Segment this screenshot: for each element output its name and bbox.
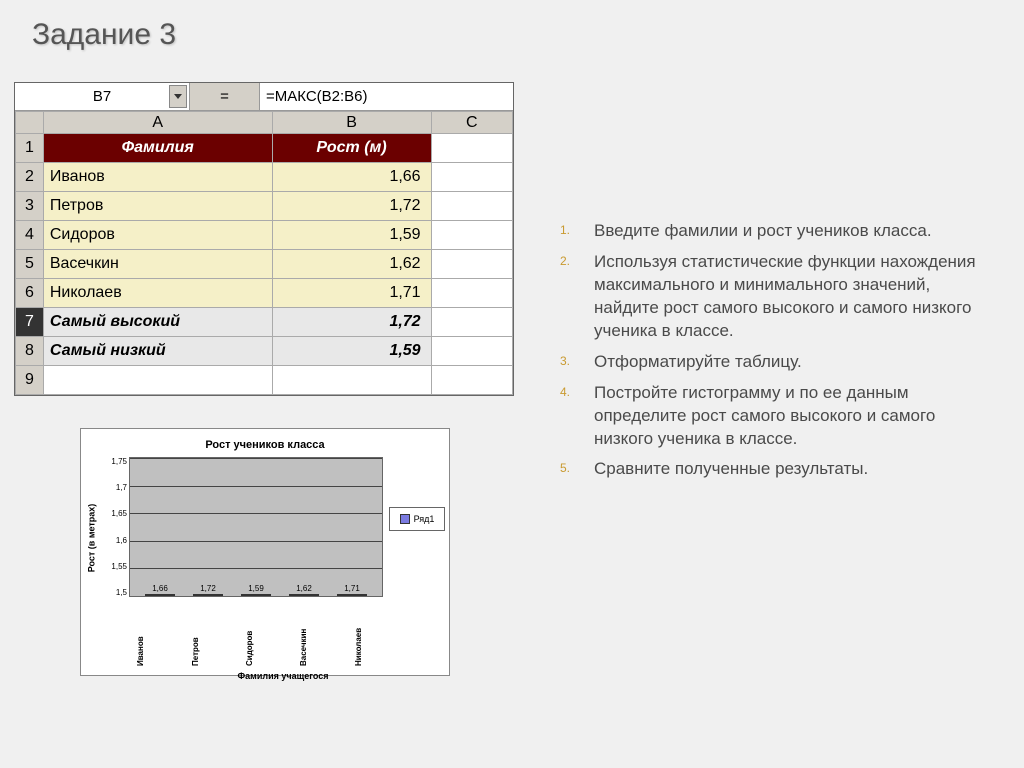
- ytick: 1,75: [101, 457, 127, 466]
- chart-ylabel: Рост (в метрах): [86, 504, 96, 573]
- list-number: 1.: [560, 222, 570, 238]
- cell-surname[interactable]: Васечкин: [43, 250, 272, 279]
- cell[interactable]: [272, 366, 431, 395]
- formula-eq-button[interactable]: =: [190, 83, 260, 110]
- instruction-text: Используя статистические функции нахожде…: [594, 252, 976, 340]
- name-box-dropdown-icon[interactable]: [169, 85, 187, 108]
- chart-bar: 1,66: [145, 584, 175, 596]
- list-number: 5.: [560, 460, 570, 476]
- cell-summary-value[interactable]: 1,72: [272, 308, 431, 337]
- cell-surname[interactable]: Николаев: [43, 279, 272, 308]
- instruction-item: 5. Сравните полученные результаты.: [594, 458, 990, 481]
- chart-legend: Ряд1: [389, 507, 445, 531]
- ytick: 1,55: [101, 562, 127, 571]
- cell-surname[interactable]: Иванов: [43, 163, 272, 192]
- col-header-B[interactable]: B: [272, 112, 431, 134]
- instruction-item: 1. Введите фамилии и рост учеников класс…: [594, 220, 990, 243]
- col-header-A[interactable]: A: [43, 112, 272, 134]
- ytick: 1,5: [101, 588, 127, 597]
- row-header[interactable]: 6: [16, 279, 44, 308]
- cell-summary-label[interactable]: Самый низкий: [43, 337, 272, 366]
- cell[interactable]: [431, 134, 512, 163]
- list-number: 4.: [560, 384, 570, 400]
- cell-summary-value[interactable]: 1,59: [272, 337, 431, 366]
- cell[interactable]: [431, 250, 512, 279]
- cell-summary-label[interactable]: Самый высокий: [43, 308, 272, 337]
- legend-label: Ряд1: [414, 514, 435, 524]
- table-header-surname[interactable]: Фамилия: [43, 134, 272, 163]
- list-number: 3.: [560, 353, 570, 369]
- formula-input[interactable]: =МАКС(B2:B6): [260, 83, 513, 110]
- instruction-text: Отформатируйте таблицу.: [594, 352, 802, 371]
- cell-height[interactable]: 1,71: [272, 279, 431, 308]
- bar-value-label: 1,71: [344, 584, 360, 593]
- chart-bar: 1,71: [337, 584, 367, 596]
- bar-value-label: 1,59: [248, 584, 264, 593]
- row-header[interactable]: 1: [16, 134, 44, 163]
- xtick-label: Васечкин: [299, 636, 339, 666]
- ytick: 1,7: [101, 483, 127, 492]
- chart-plot-area: 1,66 1,72 1,59 1,62 1,71: [129, 457, 383, 597]
- bar-value-label: 1,62: [296, 584, 312, 593]
- xtick-label: Петров: [191, 636, 231, 666]
- name-box[interactable]: B7: [15, 83, 190, 110]
- legend-swatch-icon: [400, 514, 410, 524]
- cell-height[interactable]: 1,66: [272, 163, 431, 192]
- row-header[interactable]: 2: [16, 163, 44, 192]
- instruction-list: 1. Введите фамилии и рост учеников класс…: [560, 220, 990, 489]
- row-header[interactable]: 4: [16, 221, 44, 250]
- instruction-text: Постройте гистограмму и по ее данным опр…: [594, 383, 935, 448]
- chart-bars: 1,66 1,72 1,59 1,62 1,71: [130, 458, 382, 596]
- list-number: 2.: [560, 253, 570, 269]
- cell-surname[interactable]: Сидоров: [43, 221, 272, 250]
- chart-histogram: Рост учеников класса Рост (в метрах) 1,7…: [80, 428, 450, 676]
- active-cell-ref: B7: [93, 88, 111, 105]
- instruction-item: 3. Отформатируйте таблицу.: [594, 351, 990, 374]
- cell-surname[interactable]: Петров: [43, 192, 272, 221]
- col-header-C[interactable]: C: [431, 112, 512, 134]
- xtick-label: Иванов: [136, 636, 176, 666]
- row-header[interactable]: 3: [16, 192, 44, 221]
- chart-xticks: Иванов Петров Сидоров Васечкин Николаев: [85, 611, 445, 671]
- instruction-text: Введите фамилии и рост учеников класса.: [594, 221, 932, 240]
- row-header[interactable]: 7: [16, 308, 44, 337]
- ytick: 1,6: [101, 536, 127, 545]
- instruction-text: Сравните полученные результаты.: [594, 459, 868, 478]
- row-header[interactable]: 5: [16, 250, 44, 279]
- cell[interactable]: [431, 308, 512, 337]
- ytick: 1,65: [101, 509, 127, 518]
- xtick-label: Николаев: [354, 636, 394, 666]
- cell[interactable]: [431, 366, 512, 395]
- cell-height[interactable]: 1,62: [272, 250, 431, 279]
- cell-height[interactable]: 1,59: [272, 221, 431, 250]
- cell[interactable]: [431, 192, 512, 221]
- chart-bar: 1,59: [241, 584, 271, 596]
- chart-bar: 1,62: [289, 584, 319, 596]
- spreadsheet-grid: A B C 1 Фамилия Рост (м) 2 Иванов 1,66 3…: [15, 111, 513, 395]
- chart-yticks: 1,75 1,7 1,65 1,6 1,55 1,5: [101, 457, 129, 597]
- spreadsheet-panel: B7 = =МАКС(B2:B6) A B C 1 Фамилия Рост (…: [14, 82, 514, 396]
- instruction-item: 4. Постройте гистограмму и по ее данным …: [594, 382, 990, 451]
- cell[interactable]: [431, 337, 512, 366]
- chart-xlabel: Фамилия учащегося: [85, 671, 445, 681]
- cell-height[interactable]: 1,72: [272, 192, 431, 221]
- table-header-height[interactable]: Рост (м): [272, 134, 431, 163]
- select-all-cell[interactable]: [16, 112, 44, 134]
- row-header[interactable]: 9: [16, 366, 44, 395]
- cell[interactable]: [431, 221, 512, 250]
- page-title: Задание 3: [32, 18, 176, 52]
- instruction-item: 2. Используя статистические функции нахо…: [594, 251, 990, 343]
- formula-bar: B7 = =МАКС(B2:B6): [15, 83, 513, 111]
- xtick-label: Сидоров: [245, 636, 285, 666]
- cell[interactable]: [431, 279, 512, 308]
- chart-bar: 1,72: [193, 584, 223, 596]
- row-header[interactable]: 8: [16, 337, 44, 366]
- cell[interactable]: [431, 163, 512, 192]
- cell[interactable]: [43, 366, 272, 395]
- chart-title: Рост учеников класса: [85, 439, 445, 451]
- bar-value-label: 1,72: [200, 584, 216, 593]
- bar-value-label: 1,66: [152, 584, 168, 593]
